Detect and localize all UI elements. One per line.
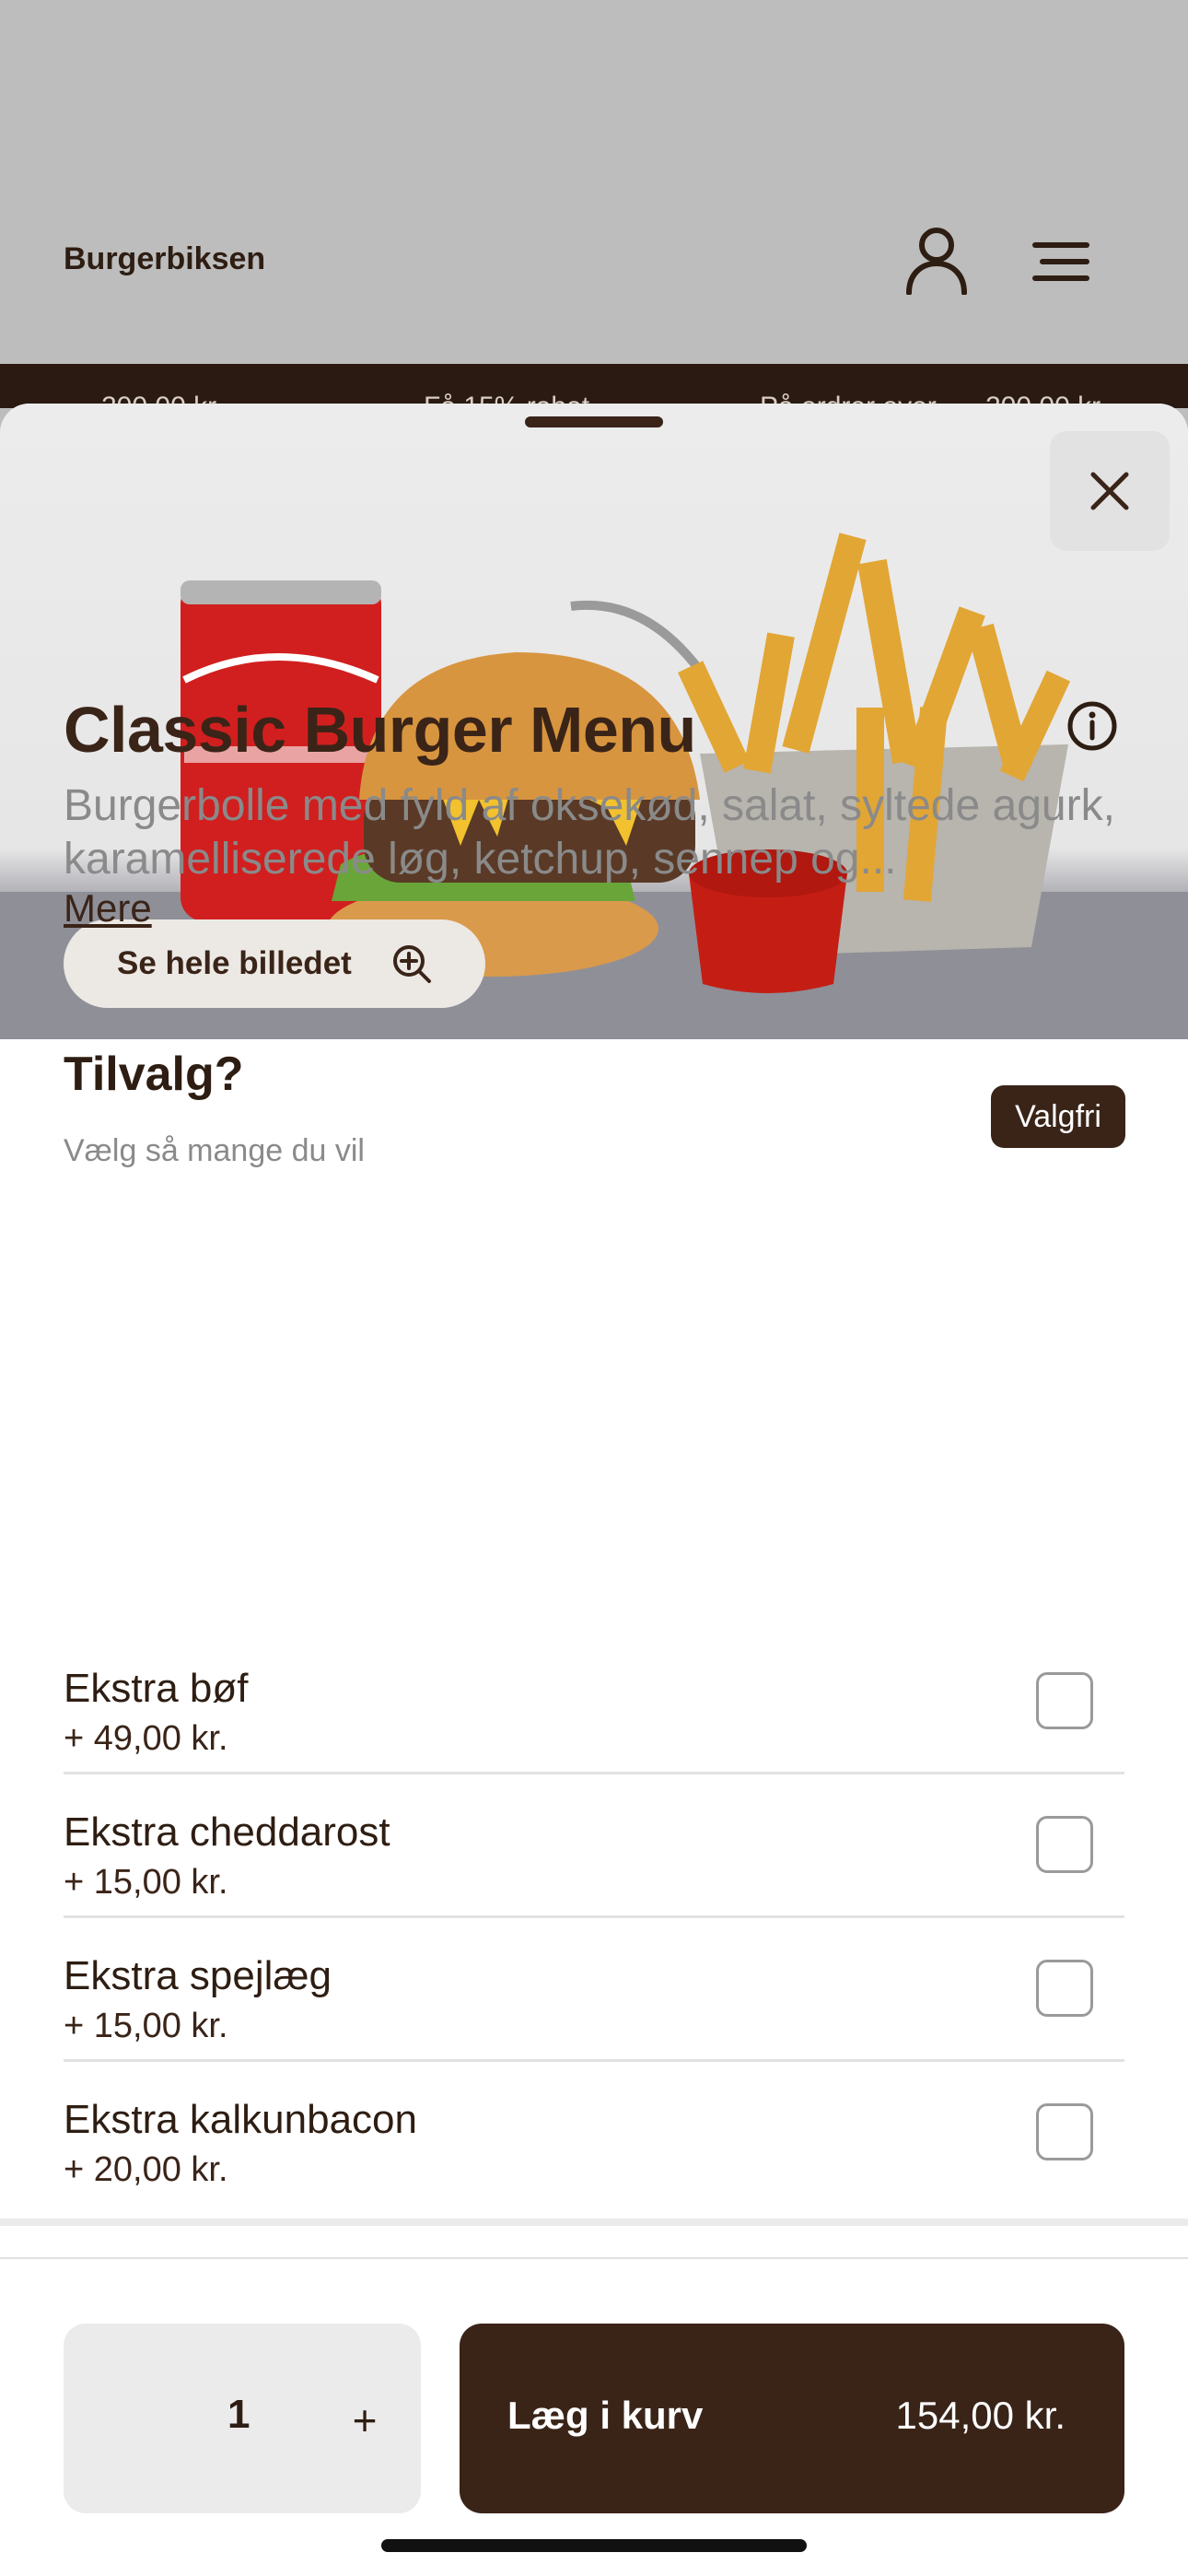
more-link[interactable]: Mere (64, 886, 152, 931)
options-subtitle: Vælg så mange du vil (64, 1133, 365, 1168)
option-checkbox[interactable] (1036, 1960, 1093, 2017)
option-name: Ekstra spejlæg (64, 1953, 332, 1998)
option-checkbox[interactable] (1036, 1672, 1093, 1729)
add-to-cart-label: Læg i kurv (507, 2394, 704, 2437)
info-icon[interactable] (1066, 700, 1118, 752)
total-price: 154,00 kr. (895, 2394, 1066, 2437)
quantity-value: 1 (227, 2392, 250, 2437)
promo-strip: 200,00 kr. Få 15% rabat På ordrer over 2… (0, 364, 1188, 408)
add-to-cart-button[interactable]: Læg i kurv 154,00 kr. (460, 2324, 1124, 2513)
product-title: Classic Burger Menu (64, 694, 696, 766)
menu-icon[interactable] (1031, 241, 1090, 282)
user-icon[interactable] (904, 227, 969, 295)
option-row[interactable]: Ekstra bøf + 49,00 kr. (64, 1631, 1124, 1774)
option-name: Ekstra cheddarost (64, 1809, 390, 1855)
view-full-image-label: Se hele billedet (117, 945, 352, 981)
bottom-action-bar: 1 + Læg i kurv 154,00 kr. (0, 2211, 1188, 2576)
brand-name[interactable]: Burgerbiksen (64, 241, 265, 277)
divider (0, 2257, 1188, 2259)
option-row[interactable]: Ekstra cheddarost + 15,00 kr. (64, 1774, 1124, 1918)
option-row[interactable]: Ekstra spejlæg + 15,00 kr. (64, 1918, 1124, 2062)
option-price: + 20,00 kr. (64, 2150, 228, 2189)
product-description: Burgerbolle med fyld af oksekød, salat, … (64, 781, 1115, 884)
option-checkbox[interactable] (1036, 2103, 1093, 2160)
option-name: Ekstra kalkunbacon (64, 2097, 417, 2142)
option-price: + 49,00 kr. (64, 1719, 228, 1758)
app-header: Burgerbiksen (0, 0, 1188, 364)
sheet-grabber[interactable] (525, 416, 663, 427)
quantity-stepper[interactable]: 1 + (64, 2324, 421, 2513)
option-name: Ekstra bøf (64, 1666, 249, 1711)
increment-button[interactable]: + (332, 2379, 397, 2462)
option-price: + 15,00 kr. (64, 2007, 228, 2045)
home-indicator (381, 2539, 807, 2552)
optional-badge: Valgfri (991, 1085, 1125, 1148)
options-title: Tilvalg? (64, 1048, 244, 1101)
section-separator (0, 2219, 1188, 2226)
close-icon (1090, 472, 1129, 510)
option-checkbox[interactable] (1036, 1816, 1093, 1873)
option-price: + 15,00 kr. (64, 1863, 228, 1902)
zoom-in-icon (393, 945, 431, 983)
view-full-image-button[interactable]: Se hele billedet (64, 919, 485, 1008)
option-row[interactable]: Ekstra kalkunbacon + 20,00 kr. (64, 2062, 1124, 2206)
close-button[interactable] (1050, 431, 1170, 551)
